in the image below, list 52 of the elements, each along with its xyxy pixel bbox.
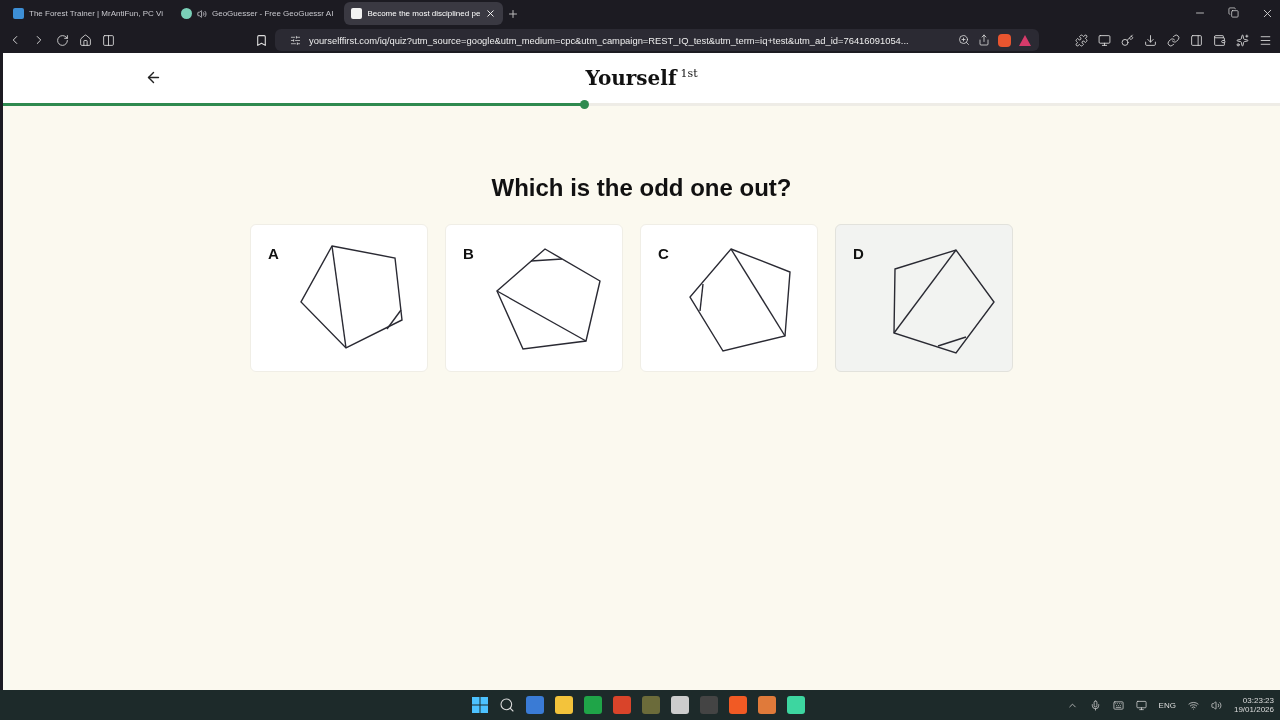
tab-title: GeoGuesser - Free GeoGuessr AI (212, 9, 334, 18)
extensions-icon[interactable] (1075, 33, 1088, 47)
zoom-icon[interactable] (958, 34, 970, 46)
answer-card[interactable]: D (835, 224, 1013, 372)
browser-tab[interactable]: GeoGuesser - Free GeoGuessr AI (174, 2, 341, 25)
wifi-icon[interactable] (1187, 699, 1199, 711)
browser-tab[interactable]: Become the most disciplined pe (344, 2, 504, 25)
share-icon[interactable] (978, 34, 990, 46)
bookmark-icon (255, 33, 268, 47)
close-icon[interactable] (1261, 7, 1274, 20)
microphone-icon[interactable] (1089, 699, 1101, 711)
brand-logo: Yourself $^{1st}$ (585, 66, 698, 90)
option-letter: B (463, 245, 474, 262)
clock-date[interactable]: 19/01/2026 (1233, 705, 1274, 714)
option-letter: A (268, 245, 279, 262)
key-icon[interactable] (1121, 33, 1134, 47)
keyboard-icon[interactable] (1112, 699, 1124, 711)
windows-icon[interactable] (472, 697, 488, 713)
volume-icon[interactable] (1210, 699, 1222, 711)
triangle-icon[interactable] (1019, 34, 1031, 46)
answer-card[interactable]: C (640, 224, 818, 372)
progress-knob (579, 100, 589, 109)
tab-title: The Forest Trainer | MrAntiFun, PC Vi (29, 9, 163, 18)
sidebar-icon[interactable] (102, 33, 115, 47)
option-letter: C (658, 245, 669, 262)
search-icon[interactable] (499, 697, 515, 713)
browser-tab[interactable]: The Forest Trainer | MrAntiFun, PC Vi (6, 2, 170, 25)
panel-icon[interactable] (1190, 33, 1203, 47)
favicon-icon (181, 8, 192, 19)
option-letter: D (853, 245, 864, 262)
answer-card[interactable]: B (445, 224, 623, 372)
restore-icon[interactable] (1228, 7, 1239, 18)
wallet-icon[interactable] (1213, 33, 1226, 47)
tab-title: Become the most disciplined pe (367, 9, 481, 18)
answer-card[interactable]: A (250, 224, 428, 372)
new-tab-icon[interactable] (507, 7, 520, 20)
url-text: yourselffirst.com/iq/quiz?utm_source=google&utm_medium=cpc&utm_campaign=REST_IQ_test&utm_term=iq+test&utm_ad_id=76416091054... (309, 34, 910, 46)
menu-icon[interactable] (1259, 33, 1272, 47)
sparkle-icon[interactable] (1236, 33, 1249, 47)
question-title: Which is the odd one out? (490, 174, 793, 202)
language-label[interactable]: ENG (1158, 700, 1176, 710)
favicon-icon (351, 8, 363, 19)
display-icon[interactable] (1135, 699, 1147, 711)
link-icon[interactable] (1167, 33, 1180, 47)
site-settings-icon[interactable] (290, 34, 301, 46)
reload-icon[interactable] (56, 33, 69, 47)
download-icon[interactable] (1144, 33, 1157, 47)
home-icon[interactable] (79, 33, 92, 47)
clock-time[interactable]: 03:23:23 (1242, 696, 1274, 705)
favicon-icon (13, 8, 24, 19)
close-icon[interactable] (485, 8, 497, 19)
speaker-icon[interactable] (197, 8, 207, 19)
